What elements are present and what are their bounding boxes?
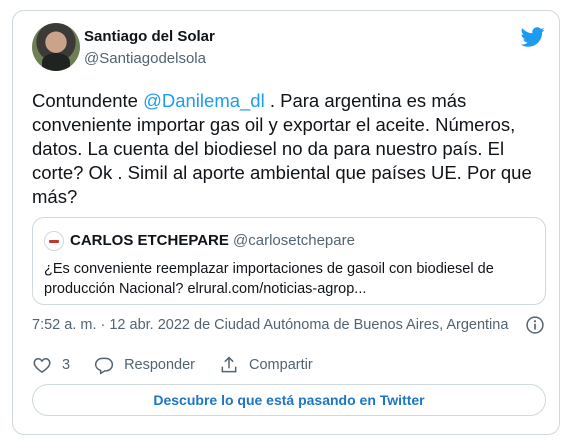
reply-button[interactable]: Responder: [94, 355, 195, 375]
quoted-tweet[interactable]: CARLOS ETCHEPARE @carlosetchepare ¿Es co…: [32, 217, 546, 305]
quoted-author-name: CARLOS ETCHEPARE: [70, 232, 229, 249]
embedded-tweet-card: Santiago del Solar @Santiagodelsola Cont…: [12, 10, 560, 435]
quoted-author-handle: @carlosetchepare: [233, 232, 355, 249]
author-avatar[interactable]: [32, 23, 80, 71]
tweet-actions: 3 Responder Compartir: [32, 353, 337, 377]
twitter-bird-icon[interactable]: [521, 25, 545, 49]
share-button[interactable]: Compartir: [219, 355, 313, 375]
author-name[interactable]: Santiago del Solar: [84, 28, 215, 45]
quoted-tweet-text: ¿Es conveniente reemplazar importaciones…: [44, 261, 494, 297]
reply-label: Responder: [124, 357, 196, 373]
tweet-timestamp[interactable]: 7:52 a. m. · 12 abr. 2022 de Ciudad Autó…: [32, 317, 508, 333]
share-label: Compartir: [249, 357, 313, 373]
heart-icon: [33, 357, 51, 373]
mention-link[interactable]: @Danilema_dl: [143, 90, 265, 111]
tweet-text-intro: Contundente: [32, 90, 144, 111]
info-icon[interactable]: [525, 315, 545, 335]
like-count: 3: [62, 357, 71, 373]
reply-bubble-icon: [94, 357, 114, 375]
author-handle[interactable]: @Santiagodelsola: [84, 50, 206, 67]
tweet-text: Contundente @Danilema_dl . Para argentin…: [32, 89, 547, 209]
share-upload-icon: [221, 356, 237, 373]
discover-twitter-button[interactable]: Descubre lo que está pasando en Twitter: [32, 384, 546, 416]
like-button[interactable]: 3: [32, 355, 70, 375]
quoted-author-avatar: [44, 231, 64, 251]
